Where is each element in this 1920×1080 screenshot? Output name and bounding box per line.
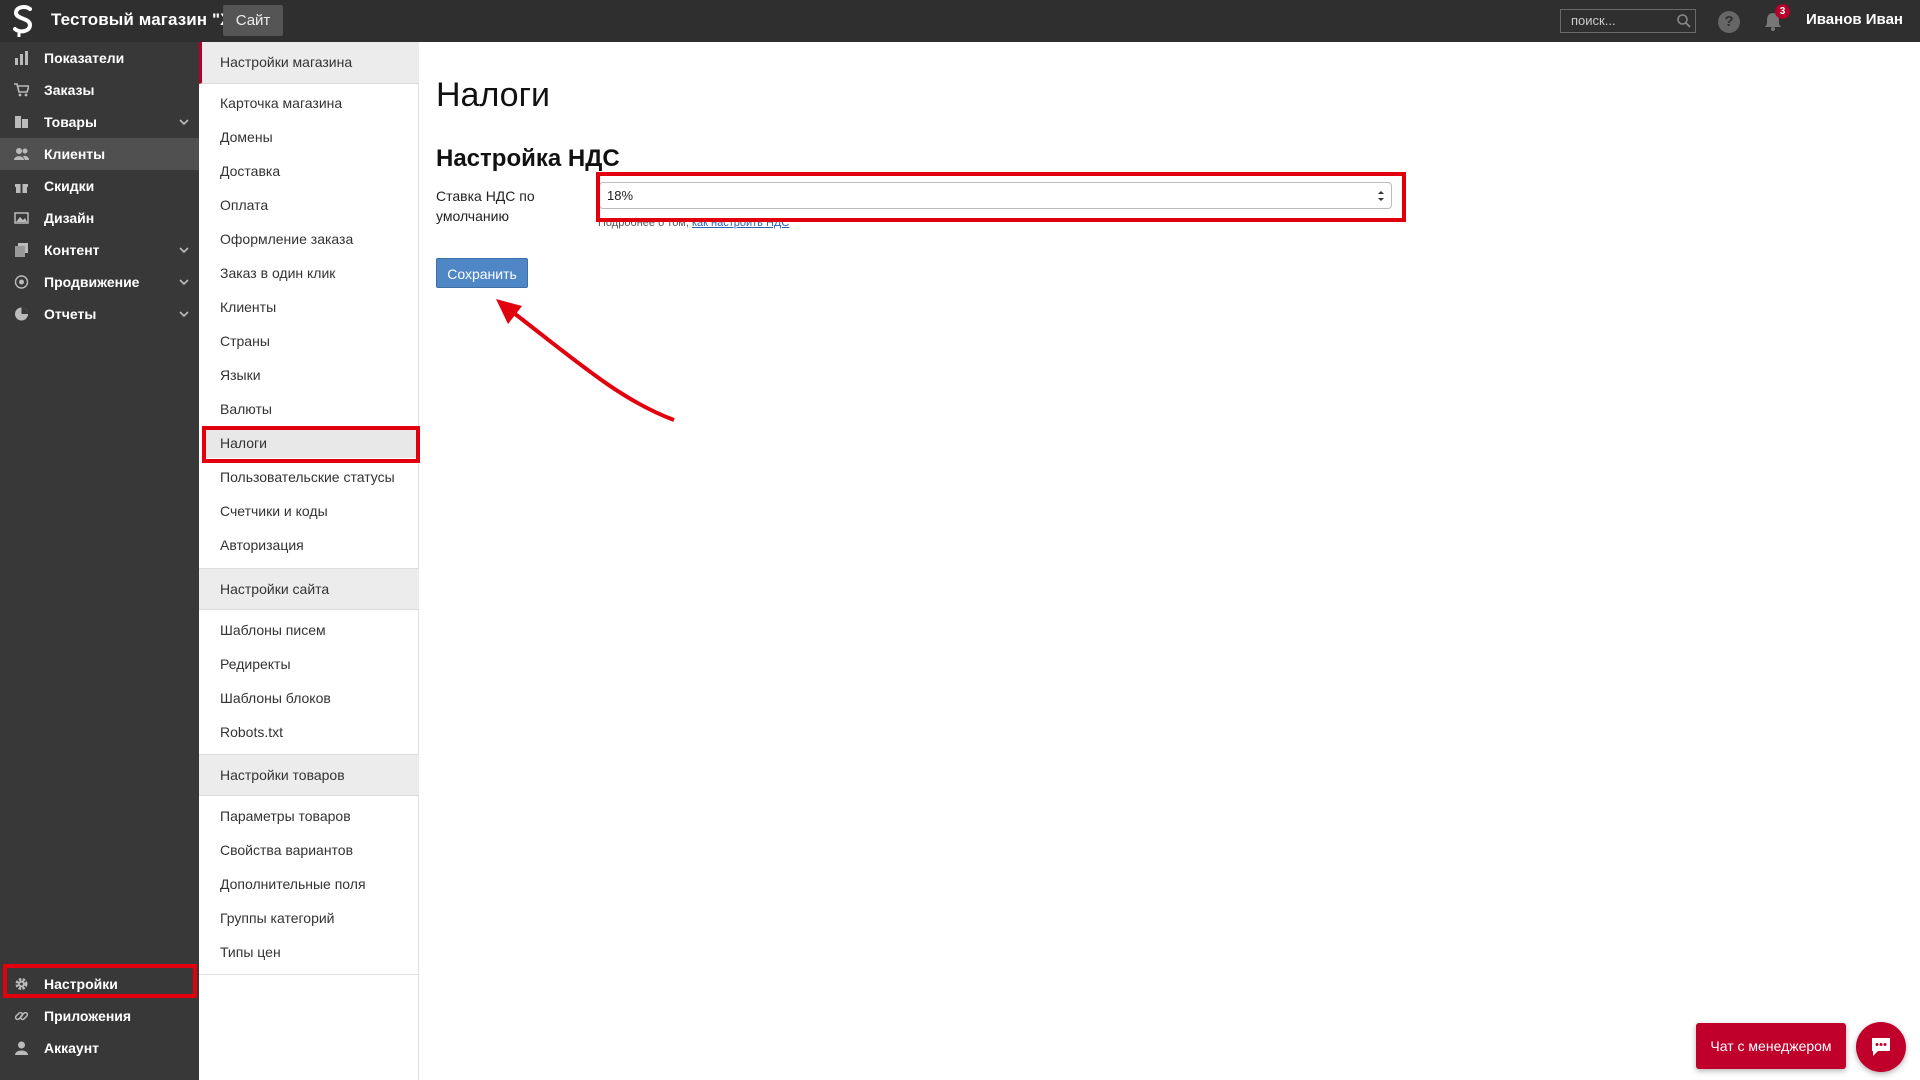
chat-bubble-button[interactable]: [1856, 1022, 1906, 1072]
chevron-down-icon: [179, 119, 189, 126]
vat-rate-select[interactable]: 18%: [599, 182, 1392, 209]
sidebar-item-label: Показатели: [44, 50, 125, 66]
sidebar-item-label: Товары: [44, 114, 97, 130]
sidebar-item-label: Приложения: [44, 1008, 132, 1024]
notification-badge: 3: [1775, 4, 1790, 19]
bar-chart-icon: [15, 51, 28, 65]
submenu-item-block-templates[interactable]: Шаблоны блоков: [220, 690, 331, 706]
sidebar-item-label: Дизайн: [44, 210, 95, 226]
submenu-item-taxes[interactable]: Налоги: [220, 435, 267, 451]
section-title: Настройка НДС: [436, 145, 620, 172]
gear-icon: [15, 978, 28, 990]
sidebar-item-products[interactable]: Товары: [0, 106, 199, 138]
submenu-item-checkout[interactable]: Оформление заказа: [220, 231, 353, 247]
help-icon[interactable]: ?: [1718, 11, 1740, 33]
sidebar-item-design[interactable]: Дизайн: [0, 202, 199, 234]
vat-rate-value: 18%: [607, 188, 634, 203]
gift-icon: [15, 183, 28, 193]
vat-help-link[interactable]: как настроить НДС: [692, 217, 789, 229]
page-title: Налоги: [436, 76, 550, 114]
submenu-item-payment[interactable]: Оплата: [220, 197, 268, 213]
sidebar-item-label: Отчеты: [44, 306, 97, 322]
sidebar-item-orders[interactable]: Заказы: [0, 74, 199, 106]
submenu-section-products[interactable]: Настройки товаров: [199, 754, 419, 796]
sidebar-item-reports[interactable]: Отчеты: [0, 298, 199, 330]
submenu-item-email-templates[interactable]: Шаблоны писем: [220, 622, 326, 638]
link-icon: [14, 1011, 29, 1021]
sidebar-item-label: Настройки: [44, 976, 118, 992]
sidebar-item-settings[interactable]: Настройки: [0, 968, 199, 1000]
sidebar-item-label: Продвижение: [44, 274, 140, 290]
sidebar-item-label: Контент: [44, 242, 100, 258]
cart-icon: [14, 83, 29, 97]
sidebar-item-label: Клиенты: [44, 146, 106, 162]
annotation-arrow: [496, 299, 675, 422]
chat-with-manager-button[interactable]: Чат с менеджером: [1696, 1023, 1846, 1069]
user-icon: [15, 1041, 28, 1055]
vat-rate-label: Ставка НДС по умолчанию: [436, 188, 535, 224]
content-icon: [15, 243, 28, 257]
submenu-item-extra-fields[interactable]: Дополнительные поля: [220, 876, 366, 892]
settings-submenu: Настройки магазина Карточка магазина Дом…: [199, 42, 419, 1080]
target-icon: [14, 275, 29, 289]
search-icon[interactable]: [1676, 13, 1692, 29]
sidebar-item-account[interactable]: Аккаунт: [0, 1032, 199, 1064]
submenu-item-currencies[interactable]: Валюты: [220, 401, 272, 417]
submenu-item-countries[interactable]: Страны: [220, 333, 270, 349]
users-icon: [14, 148, 29, 160]
products-icon: [15, 116, 28, 128]
pie-chart-icon: [15, 307, 28, 321]
submenu-item-redirects[interactable]: Редиректы: [220, 656, 291, 672]
logo-icon[interactable]: [10, 4, 36, 38]
sidebar-item-promotion[interactable]: Продвижение: [0, 266, 199, 298]
submenu-item-clients[interactable]: Клиенты: [220, 299, 276, 315]
chevron-down-icon: [179, 311, 189, 318]
sidebar-item-label: Скидки: [44, 178, 95, 194]
sidebar-item-discounts[interactable]: Скидки: [0, 170, 199, 202]
main-sidebar: Показатели Заказы Товары Клиенты Скидки …: [0, 42, 199, 1080]
select-arrows-icon: [1378, 191, 1384, 201]
top-bar: Тестовый магазин "ХМ" Сайт поиск... ? 3 …: [0, 0, 1920, 42]
submenu-item-product-params[interactable]: Параметры товаров: [220, 808, 351, 824]
submenu-item-one-click[interactable]: Заказ в один клик: [220, 265, 335, 281]
chat-icon: [1872, 1038, 1890, 1056]
submenu-divider: [199, 974, 419, 975]
save-button[interactable]: Сохранить: [436, 258, 528, 288]
submenu-item-languages[interactable]: Языки: [220, 367, 261, 383]
submenu-item-delivery[interactable]: Доставка: [220, 163, 280, 179]
chevron-down-icon: [179, 279, 189, 286]
submenu-section-site[interactable]: Настройки сайта: [199, 568, 419, 610]
vat-hint: Подробнее о том, как настроить НДС: [598, 217, 789, 229]
submenu-item-custom-statuses[interactable]: Пользовательские статусы: [220, 469, 395, 485]
submenu-item-counters[interactable]: Счетчики и коды: [220, 503, 328, 519]
submenu-item-variant-props[interactable]: Свойства вариантов: [220, 842, 353, 858]
user-menu[interactable]: Иванов Иван: [1806, 11, 1903, 28]
submenu-item-robots[interactable]: Robots.txt: [220, 724, 283, 740]
vat-hint-text: Подробнее о том,: [598, 217, 692, 229]
submenu-item-auth[interactable]: Авторизация: [220, 537, 304, 553]
submenu-item-domains[interactable]: Домены: [220, 129, 273, 145]
sidebar-item-content[interactable]: Контент: [0, 234, 199, 266]
image-icon: [14, 212, 29, 224]
submenu-item-category-groups[interactable]: Группы категорий: [220, 910, 335, 926]
site-button[interactable]: Сайт: [223, 5, 283, 36]
sidebar-item-label: Аккаунт: [44, 1040, 100, 1056]
sidebar-item-label: Заказы: [44, 82, 95, 98]
submenu-section-store[interactable]: Настройки магазина: [199, 42, 419, 84]
sidebar-item-dashboard[interactable]: Показатели: [0, 42, 199, 74]
submenu-item-price-types[interactable]: Типы цен: [220, 944, 281, 960]
submenu-item-store-card[interactable]: Карточка магазина: [220, 95, 342, 111]
sidebar-item-clients[interactable]: Клиенты: [0, 138, 199, 170]
chevron-down-icon: [179, 247, 189, 254]
sidebar-item-apps[interactable]: Приложения: [0, 1000, 199, 1032]
